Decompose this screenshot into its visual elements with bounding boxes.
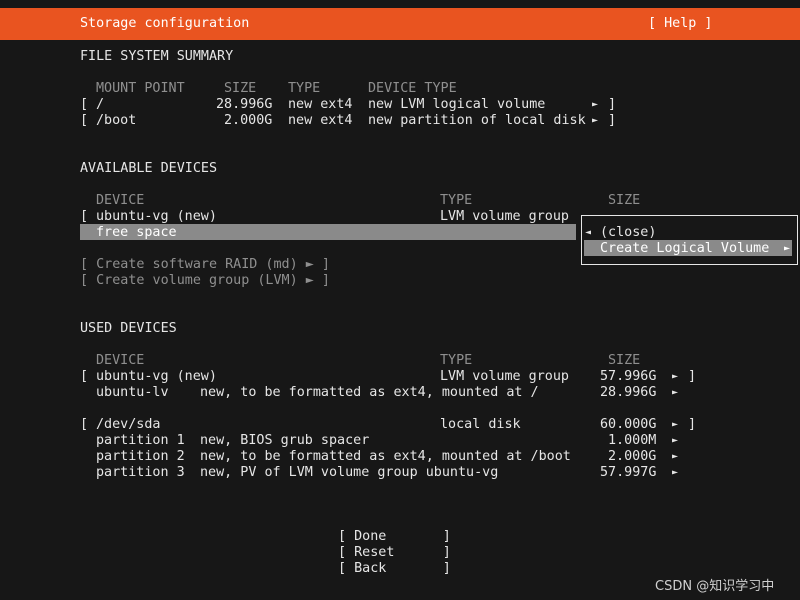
used-device: partition 1: [96, 433, 185, 448]
done-button[interactable]: [ Done ]: [338, 529, 451, 545]
used-heading: USED DEVICES: [80, 321, 177, 336]
fs-type: new ext4: [288, 113, 353, 128]
used-size: 1.000M: [608, 433, 657, 448]
bracket-close: ]: [688, 369, 697, 384]
used-type: LVM volume group: [440, 369, 569, 384]
fs-size: 2.000G: [224, 113, 273, 128]
menu-item-close[interactable]: (close): [600, 225, 656, 241]
chevron-right-icon: ►: [672, 371, 679, 382]
reset-button[interactable]: [ Reset ]: [338, 545, 451, 561]
free-space-label: free space: [96, 225, 177, 240]
fs-mount: /: [96, 97, 105, 112]
avail-device: ubuntu-vg (new): [96, 209, 217, 224]
chevron-right-icon: ►: [672, 419, 679, 430]
page-title: Storage configuration: [80, 16, 250, 31]
used-device: partition 3: [96, 465, 185, 480]
chevron-right-icon: ►: [672, 451, 679, 462]
used-detail: new, PV of LVM volume group ubuntu-vg: [200, 465, 499, 480]
avail-col-size: SIZE: [608, 193, 641, 208]
used-device: partition 2: [96, 449, 185, 464]
used-size: 57.996G: [600, 369, 657, 384]
fs-mount: /boot: [96, 113, 137, 128]
chevron-right-icon: ►: [672, 435, 679, 446]
used-detail: new, to be formatted as ext4, mounted at…: [200, 385, 539, 400]
bracket-open: [: [80, 97, 89, 112]
chevron-right-icon: ►: [784, 243, 791, 254]
used-size: 28.996G: [600, 385, 657, 400]
watermark: CSDN @知识学习中: [655, 579, 775, 594]
fs-size: 28.996G: [216, 97, 273, 112]
header-bar: Storage configuration [ Help ]: [0, 8, 800, 40]
available-heading: AVAILABLE DEVICES: [80, 161, 218, 176]
chevron-right-icon: ►: [672, 387, 679, 398]
fs-device-type: new LVM logical volume: [368, 97, 546, 112]
bracket-close: ]: [608, 97, 617, 112]
chevron-left-icon: ◄: [585, 227, 592, 238]
used-device: /dev/sda: [96, 417, 161, 432]
fs-type: new ext4: [288, 97, 353, 112]
back-button[interactable]: [ Back ]: [338, 561, 451, 577]
fs-device-type: new partition of local disk: [368, 113, 586, 128]
avail-type: LVM volume group: [440, 209, 569, 224]
menu-item-create-lv-label: Create Logical Volume: [600, 241, 770, 256]
used-col-type: TYPE: [440, 353, 473, 368]
create-volume-group-button[interactable]: [ Create volume group (LVM) ► ]: [80, 273, 330, 289]
fs-col-mount: MOUNT POINT: [96, 81, 185, 96]
fs-summary-heading: FILE SYSTEM SUMMARY: [80, 49, 234, 64]
bracket-open: [: [80, 113, 89, 128]
fs-col-device-type: DEVICE TYPE: [368, 81, 457, 96]
used-type: local disk: [440, 417, 521, 432]
used-detail: new, to be formatted as ext4, mounted at…: [200, 449, 571, 464]
bracket-open: [: [80, 417, 89, 432]
avail-col-device: DEVICE: [96, 193, 145, 208]
chevron-right-icon: ►: [592, 99, 599, 110]
used-device: ubuntu-vg (new): [96, 369, 217, 384]
used-detail: new, BIOS grub spacer: [200, 433, 370, 448]
chevron-right-icon: ►: [672, 467, 679, 478]
fs-col-type: TYPE: [288, 81, 321, 96]
fs-col-size: SIZE: [224, 81, 257, 96]
bracket-close: ]: [608, 113, 617, 128]
used-col-size: SIZE: [608, 353, 641, 368]
bracket-close: ]: [688, 417, 697, 432]
used-size: 60.000G: [600, 417, 657, 432]
help-button[interactable]: [ Help ]: [648, 16, 713, 32]
bracket-open: [: [80, 209, 89, 224]
chevron-right-icon: ►: [592, 115, 599, 126]
used-device: ubuntu-lv: [96, 385, 169, 400]
bracket-open: [: [80, 369, 89, 384]
create-raid-button[interactable]: [ Create software RAID (md) ► ]: [80, 257, 330, 273]
used-size: 2.000G: [608, 449, 657, 464]
used-col-device: DEVICE: [96, 353, 145, 368]
avail-col-type: TYPE: [440, 193, 473, 208]
used-size: 57.997G: [600, 465, 657, 480]
